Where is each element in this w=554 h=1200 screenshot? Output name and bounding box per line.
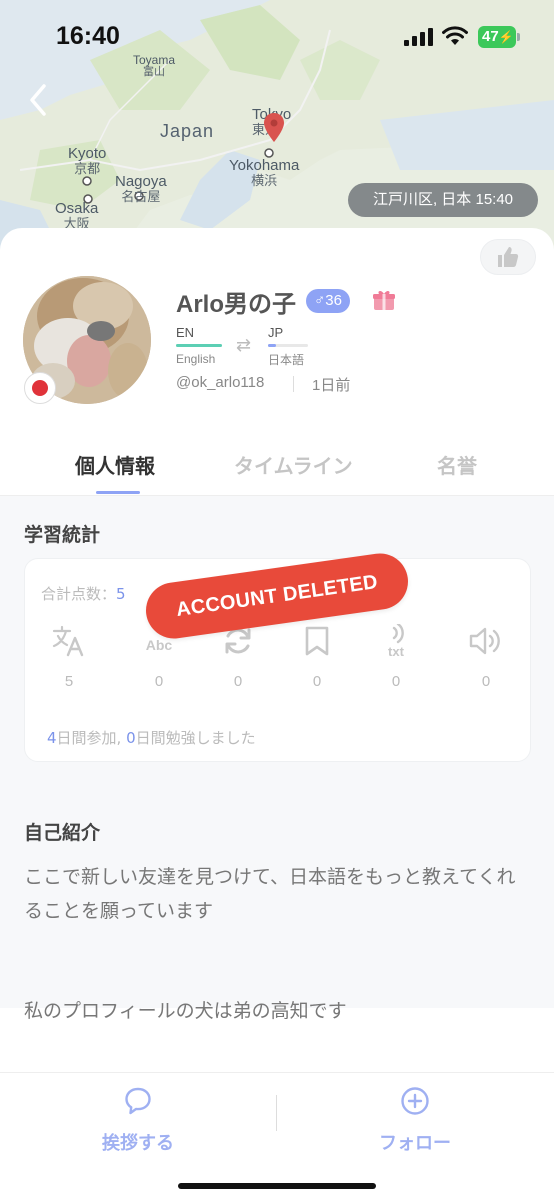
location-map: Tokyo東京 Japan Yokohama横浜 Kyoto京都 Nagoya名… bbox=[0, 0, 554, 250]
status-time: 16:40 bbox=[56, 22, 120, 50]
divider bbox=[293, 376, 294, 392]
location-pin-icon bbox=[264, 113, 284, 142]
plus-circle-icon bbox=[401, 1087, 429, 1115]
text-to-speech-icon: txt bbox=[388, 624, 405, 658]
back-arrow-icon[interactable] bbox=[22, 80, 56, 120]
male-icon: ♂ bbox=[314, 292, 326, 309]
last-seen: 1日前 bbox=[312, 377, 351, 394]
stat-refresh: 0 bbox=[208, 623, 268, 690]
tab-honors[interactable]: 名誉 bbox=[437, 450, 477, 479]
map-label-nagoya: Nagoya 名古屋 bbox=[115, 173, 167, 204]
svg-text:txt: txt bbox=[388, 644, 405, 658]
map-label-kyoto: Kyoto 京都 bbox=[68, 145, 107, 176]
learning-language: JP 日本語 bbox=[268, 325, 308, 368]
svg-text:Abc: Abc bbox=[146, 637, 173, 653]
home-indicator bbox=[178, 1183, 376, 1189]
profile-tabs: 個人情報 タイムライン 名誉 bbox=[0, 440, 554, 496]
map-label-yokohama: Yokohama 横浜 bbox=[229, 157, 300, 188]
intro-title: 自己紹介 bbox=[24, 822, 101, 844]
gender-age-badge: ♂36 bbox=[306, 289, 350, 313]
like-button[interactable] bbox=[480, 239, 536, 275]
gift-icon[interactable] bbox=[372, 288, 396, 312]
greet-button[interactable]: 挨拶する bbox=[58, 1085, 218, 1155]
country-flag-icon bbox=[24, 372, 56, 404]
bookmark-icon bbox=[305, 626, 329, 656]
location-time-badge: 江戸川区, 日本 15:40 bbox=[348, 183, 538, 217]
stat-speaker: 0 bbox=[456, 623, 516, 690]
thumbs-up-icon bbox=[498, 247, 519, 267]
speaker-icon bbox=[469, 627, 500, 655]
active-tab-indicator bbox=[96, 491, 140, 494]
divider bbox=[276, 1095, 277, 1131]
stat-translate: 5 bbox=[39, 623, 99, 690]
cellular-signal-icon bbox=[404, 28, 433, 46]
tab-personal-info[interactable]: 個人情報 bbox=[75, 450, 155, 479]
total-points: 合計点数：5 bbox=[41, 585, 126, 603]
bottom-action-bar: 挨拶する フォロー bbox=[0, 1072, 554, 1200]
native-language: EN English bbox=[176, 325, 222, 366]
stats-title: 学習統計 bbox=[24, 524, 101, 546]
language-swap-icon: ⇄ bbox=[236, 335, 252, 356]
stat-bookmark: 0 bbox=[287, 623, 347, 690]
tab-timeline[interactable]: タイムライン bbox=[234, 450, 353, 479]
status-bar: 16:40 47⚡ bbox=[0, 0, 554, 70]
translate-icon bbox=[52, 625, 84, 657]
profile-name: Arlo男の子 bbox=[176, 291, 296, 318]
chat-bubble-icon bbox=[125, 1087, 151, 1115]
map-label-japan: Japan bbox=[160, 121, 215, 141]
user-handle: @ok_arlo118 bbox=[176, 374, 265, 391]
study-days: 4日間参加, 0日間勉強しました bbox=[47, 729, 256, 747]
stat-text-to-speech: txt 0 bbox=[366, 623, 426, 690]
map-label-osaka: Osaka 大阪 bbox=[55, 200, 99, 231]
battery-tip bbox=[517, 33, 520, 41]
intro-text: ここで新しい友達を見つけて、日本語をもっと教えてくれることを願っています bbox=[24, 866, 516, 922]
intro-text-secondary: 私のプロフィールの犬は弟の高知です bbox=[24, 1000, 347, 1022]
battery-indicator: 47⚡ bbox=[478, 26, 516, 48]
profile-card: Arlo男の子 ♂36 EN English ⇄ JP 日本語 @ok_arlo… bbox=[0, 228, 554, 1200]
wifi-icon bbox=[442, 26, 468, 45]
follow-button[interactable]: フォロー bbox=[335, 1085, 495, 1155]
